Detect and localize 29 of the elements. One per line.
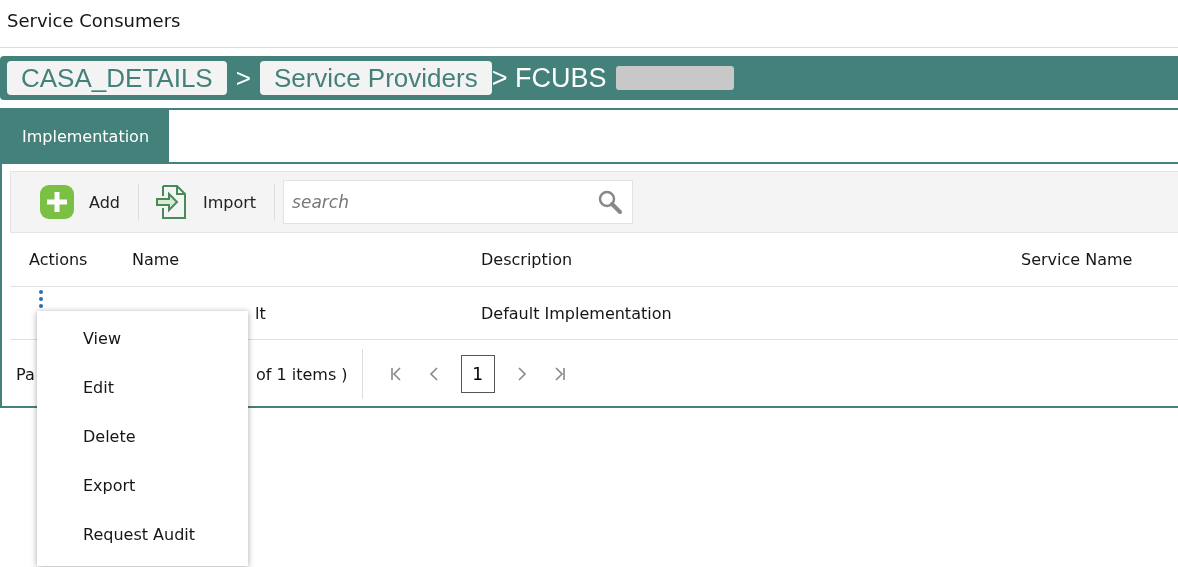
last-page-icon[interactable]	[552, 366, 567, 382]
search-icon	[597, 189, 624, 215]
table-cell-text: lt	[254, 303, 267, 323]
menu-item[interactable]: View	[37, 315, 248, 364]
breadcrumb-link[interactable]: CASA_DETAILS	[7, 61, 227, 95]
breadcrumb-separator: >	[235, 62, 251, 94]
pager-summary: of 1 items )	[256, 364, 348, 384]
column-header: Description	[481, 250, 574, 269]
table-cell-text: Default Implementation	[481, 303, 673, 323]
add-button[interactable]: Add	[31, 184, 130, 220]
kebab-icon[interactable]	[38, 289, 44, 309]
menu-item[interactable]: Request Audit	[37, 511, 248, 560]
tab[interactable]: Implementation	[2, 110, 170, 162]
column-header: Actions	[28, 250, 89, 269]
import-button[interactable]: Import	[147, 184, 267, 220]
menu-item[interactable]: Delete	[37, 413, 248, 462]
column-header: Service Name	[1021, 250, 1133, 269]
menu-item[interactable]: Edit	[37, 364, 248, 413]
search-field[interactable]: search	[283, 180, 634, 224]
first-page-icon[interactable]	[388, 366, 403, 382]
page-title: Service Consumers	[0, 0, 1178, 48]
pager-label: Pa	[16, 364, 36, 384]
page-button[interactable]: 1	[460, 355, 495, 393]
menu-item[interactable]: Export	[37, 462, 248, 511]
column-header: Name	[131, 250, 181, 269]
plus-icon	[39, 184, 75, 220]
breadcrumb-current: > FCUBS	[491, 62, 607, 94]
breadcrumb-link[interactable]: Service Providers	[259, 61, 492, 95]
import-icon	[155, 184, 189, 220]
